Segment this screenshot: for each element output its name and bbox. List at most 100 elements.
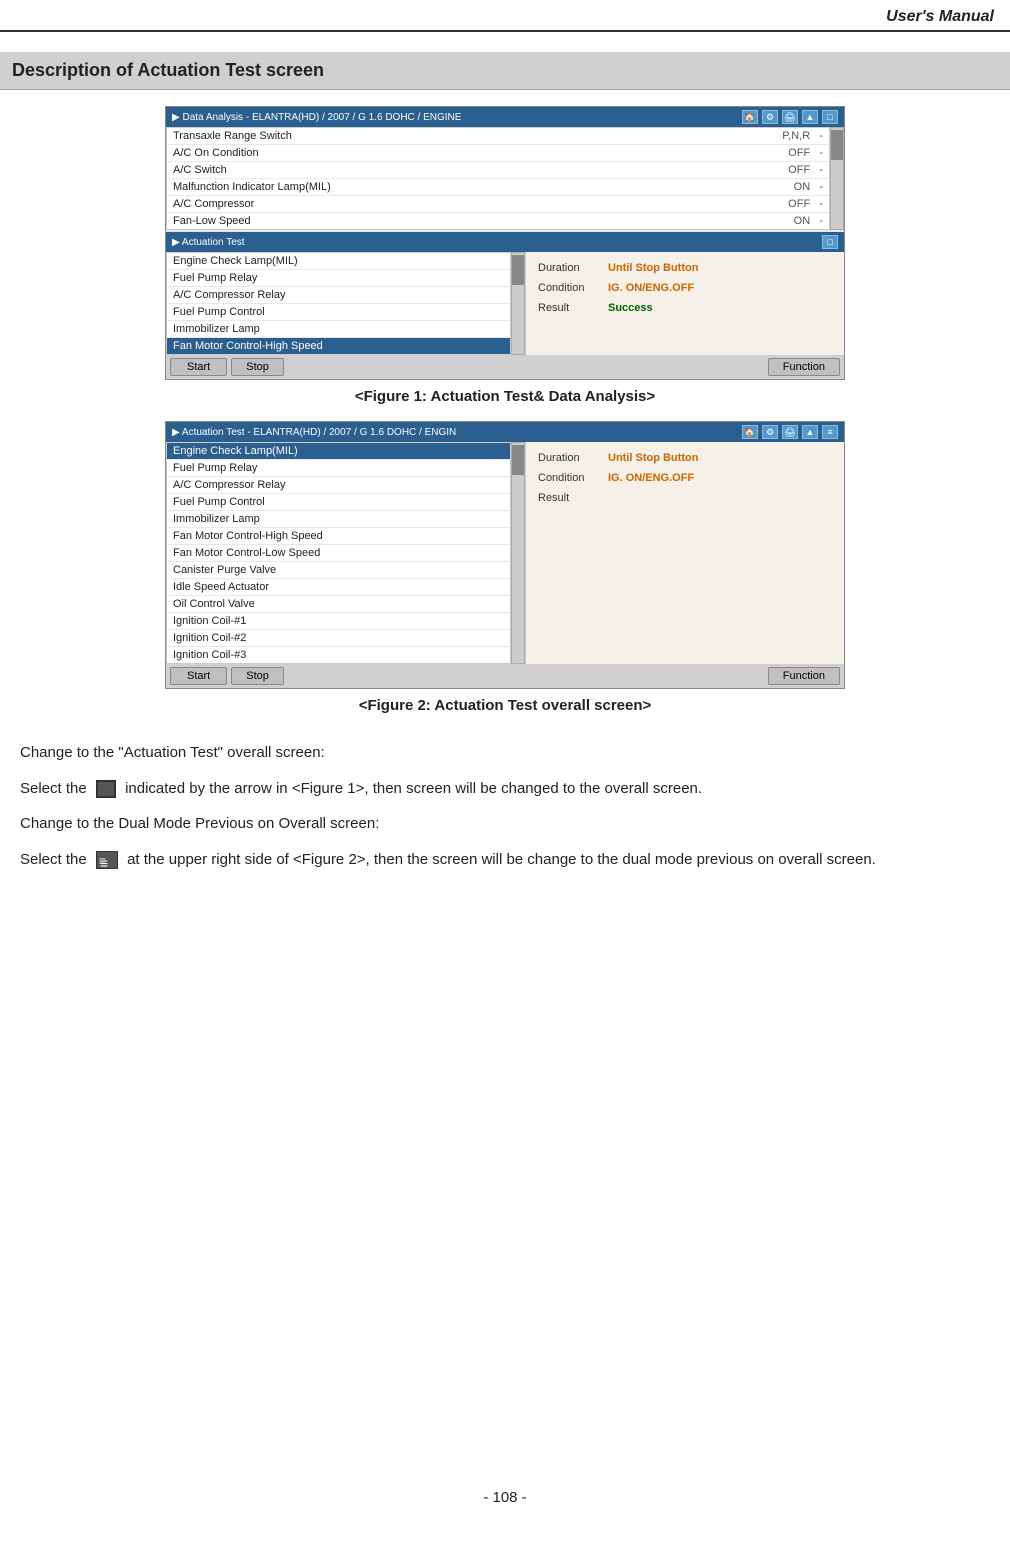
data-row: Transaxle Range Switch P,N,R - [167,128,829,145]
list-item[interactable]: Canister Purge Valve [167,562,510,579]
manual-title: User's Manual [886,8,994,25]
page-footer: - 108 - [0,1469,1010,1526]
titlebar1: ▶ Data Analysis - ELANTRA(HD) / 2007 / G… [166,107,844,127]
scrollbar2[interactable] [511,252,525,355]
duration-value: Until Stop Button [608,262,698,274]
act-list-left2: Engine Check Lamp(MIL) Fuel Pump Relay A… [166,442,526,664]
list-item[interactable]: Immobilizer Lamp [167,321,510,338]
act-list-left: Engine Check Lamp(MIL) Fuel Pump Relay A… [166,252,526,355]
icon-gear[interactable]: ⚙ [762,110,778,124]
list-item[interactable]: Fuel Pump Relay [167,460,510,477]
list-item[interactable]: Engine Check Lamp(MIL) [167,253,510,270]
icon-menu[interactable]: ≡ [822,425,838,439]
list-item-selected2[interactable]: Engine Check Lamp(MIL) [167,443,510,460]
list-item[interactable]: Fan Motor Control-Low Speed [167,545,510,562]
function-button2[interactable]: Function [768,667,840,685]
result-label: Result [538,302,608,314]
duration-label: Duration [538,262,608,274]
figure2-container: ▶ Actuation Test - ELANTRA(HD) / 2007 / … [155,421,855,714]
list-item[interactable]: Fuel Pump Control [167,304,510,321]
section-title: Description of Actuation Test screen [0,52,1010,90]
data-row: A/C Switch OFF - [167,162,829,179]
list-item[interactable]: Fuel Pump Control [167,494,510,511]
icon-menu-indicator[interactable]: ≡ [96,851,118,869]
titlebar2-text: ▶ Actuation Test [172,237,245,248]
button-bar-2: Start Stop Function [166,664,844,688]
icon-home[interactable]: 🏠 [742,110,758,124]
list-item[interactable]: Oil Control Valve [167,596,510,613]
list-item[interactable]: Ignition Coil-#3 [167,647,510,663]
scrollbar-thumb3[interactable] [512,445,524,475]
start-button2[interactable]: Start [170,667,227,685]
titlebar2: ▶ Actuation Test □ [166,232,844,252]
list-item[interactable]: Immobilizer Lamp [167,511,510,528]
start-button[interactable]: Start [170,358,227,376]
data-row: A/C On Condition OFF - [167,145,829,162]
page-header: User's Manual [0,0,1010,32]
scrollbar3[interactable] [511,442,525,664]
para2-suffix: indicated by the arrow in <Figure 1>, th… [125,780,702,797]
list-item[interactable]: Idle Speed Actuator [167,579,510,596]
para1: Change to the "Actuation Test" overall s… [20,740,990,766]
list-item[interactable]: Ignition Coil-#2 [167,630,510,647]
stop-button[interactable]: Stop [231,358,284,376]
act-info-right: Duration Until Stop Button Condition IG.… [526,252,844,355]
data-list-1: Transaxle Range Switch P,N,R - A/C On Co… [166,127,844,230]
icon-print2[interactable]: 🖨 [782,425,798,439]
condition-label2: Condition [538,472,608,484]
para4-prefix: Select the [20,851,87,868]
list-item[interactable]: A/C Compressor Relay [167,287,510,304]
condition-row: Condition IG. ON/ENG.OFF [538,282,832,294]
duration-label2: Duration [538,452,608,464]
result-row2: Result [538,492,832,504]
icon-square-indicator[interactable] [96,780,116,798]
icon-arrow2[interactable]: ▲ [802,425,818,439]
data-row: A/C Compressor OFF - [167,196,829,213]
condition-value2: IG. ON/ENG.OFF [608,472,694,484]
actuation-split: Engine Check Lamp(MIL) Fuel Pump Relay A… [166,252,844,355]
duration-value2: Until Stop Button [608,452,698,464]
icon-gear2[interactable]: ⚙ [762,425,778,439]
data-analysis-screen: ▶ Data Analysis - ELANTRA(HD) / 2007 / G… [165,106,845,380]
icon-arrow-up[interactable]: ▲ [802,110,818,124]
duration-row2: Duration Until Stop Button [538,452,832,464]
titlebar1-text: ▶ Data Analysis - ELANTRA(HD) / 2007 / G… [172,112,461,123]
function-button[interactable]: Function [768,358,840,376]
para2-prefix: Select the [20,780,87,797]
result-label2: Result [538,492,608,504]
data-row: Fan-Low Speed ON - [167,213,829,229]
condition-label: Condition [538,282,608,294]
icon-print[interactable]: 🖨 [782,110,798,124]
figure1-container: ▶ Data Analysis - ELANTRA(HD) / 2007 / G… [155,106,855,405]
list-item[interactable]: Ignition Coil-#1 [167,613,510,630]
list-item[interactable]: A/C Compressor Relay [167,477,510,494]
condition-value: IG. ON/ENG.OFF [608,282,694,294]
result-row: Result Success [538,302,832,314]
actuation-overall-screen: ▶ Actuation Test - ELANTRA(HD) / 2007 / … [165,421,845,689]
list-item[interactable]: Fan Motor Control-High Speed [167,528,510,545]
icon-close2[interactable]: □ [822,235,838,249]
actuation-split2: Engine Check Lamp(MIL) Fuel Pump Relay A… [166,442,844,664]
duration-row: Duration Until Stop Button [538,262,832,274]
titlebar3-text: ▶ Actuation Test - ELANTRA(HD) / 2007 / … [172,427,456,438]
scrollbar-thumb[interactable] [831,130,843,160]
result-value: Success [608,302,653,314]
scrollbar1[interactable] [830,127,844,230]
titlebar3: ▶ Actuation Test - ELANTRA(HD) / 2007 / … [166,422,844,442]
data-row: Malfunction Indicator Lamp(MIL) ON - [167,179,829,196]
scrollbar-thumb2[interactable] [512,255,524,285]
body-text: Change to the "Actuation Test" overall s… [0,730,1010,892]
page-number: - 108 - [483,1489,526,1506]
stop-button2[interactable]: Stop [231,667,284,685]
para4: Select the ≡ at the upper right side of … [20,847,990,873]
para3: Change to the Dual Mode Previous on Over… [20,811,990,837]
list-item[interactable]: Fuel Pump Relay [167,270,510,287]
figure2-caption: <Figure 2: Actuation Test overall screen… [359,697,652,714]
list-item-selected[interactable]: Fan Motor Control-High Speed [167,338,510,354]
icon-close[interactable]: □ [822,110,838,124]
icon-home2[interactable]: 🏠 [742,425,758,439]
figure1-caption: <Figure 1: Actuation Test& Data Analysis… [355,388,655,405]
act-info-right2: Duration Until Stop Button Condition IG.… [526,442,844,664]
condition-row2: Condition IG. ON/ENG.OFF [538,472,832,484]
para2: Select the indicated by the arrow in <Fi… [20,776,990,802]
